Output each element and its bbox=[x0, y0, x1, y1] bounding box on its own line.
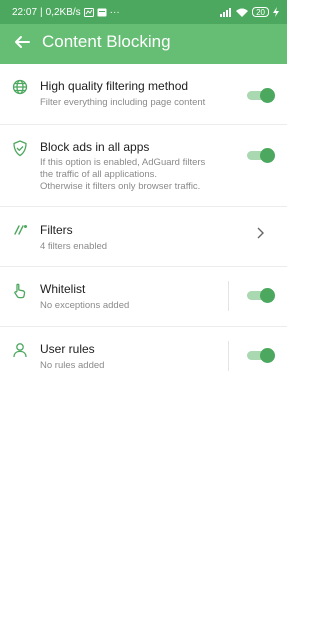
shield-icon bbox=[0, 140, 40, 157]
status-separator: | bbox=[40, 6, 43, 18]
page-title: Content Blocking bbox=[42, 32, 171, 51]
list-item-filters[interactable]: Filters 4 filters enabled bbox=[0, 207, 287, 267]
status-bar: 22:07 | 0,2KB/s ··· 20 bbox=[0, 0, 287, 24]
message-icon bbox=[97, 8, 107, 17]
chevron-right-icon[interactable] bbox=[256, 226, 264, 244]
list-item-whitelist[interactable]: Whitelist No exceptions added bbox=[0, 267, 287, 327]
user-rules-toggle[interactable] bbox=[247, 348, 275, 363]
vertical-divider bbox=[228, 341, 229, 371]
more-notifications-icon: ··· bbox=[109, 6, 120, 18]
app-bar: Content Blocking bbox=[0, 24, 287, 64]
notification-icon bbox=[83, 7, 94, 17]
signal-icon bbox=[220, 7, 232, 17]
whitelist-toggle[interactable] bbox=[247, 288, 275, 303]
block-ads-toggle[interactable] bbox=[247, 148, 275, 163]
settings-list: High quality filtering method Filter eve… bbox=[0, 64, 287, 385]
hand-icon bbox=[0, 282, 40, 299]
list-item-high-quality-filtering[interactable]: High quality filtering method Filter eve… bbox=[0, 64, 287, 125]
charging-icon bbox=[273, 7, 279, 17]
status-network-speed: 0,2KB/s bbox=[45, 6, 81, 18]
user-icon bbox=[0, 342, 40, 358]
status-time: 22:07 bbox=[12, 6, 38, 18]
filter-icon bbox=[0, 223, 40, 235]
globe-icon bbox=[0, 79, 40, 95]
battery-indicator: 20 bbox=[252, 7, 269, 17]
filtering-method-toggle[interactable] bbox=[247, 87, 275, 103]
list-item-block-ads-all-apps[interactable]: Block ads in all apps If this option is … bbox=[0, 125, 287, 207]
list-item-user-rules[interactable]: User rules No rules added bbox=[0, 327, 287, 385]
wifi-icon bbox=[236, 8, 249, 17]
arrow-left-icon[interactable] bbox=[12, 32, 32, 52]
vertical-divider bbox=[228, 281, 229, 311]
